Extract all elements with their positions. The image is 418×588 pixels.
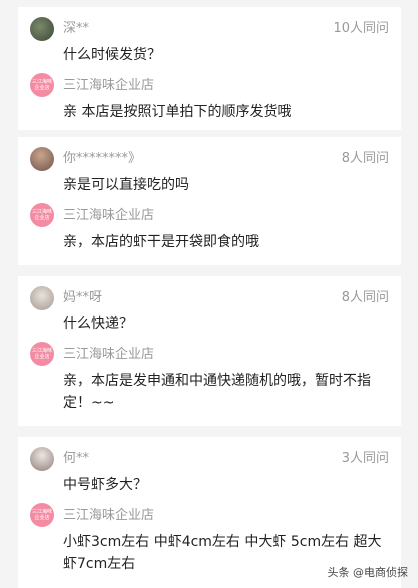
asker-name: 妈**呀: [63, 290, 103, 305]
same-ask-count[interactable]: 10人同问: [333, 21, 389, 37]
shop-avatar: 三江海味企业店: [30, 203, 54, 227]
user-avatar: [30, 447, 54, 471]
shop-avatar: 三江海味企业店: [30, 503, 54, 527]
question-text[interactable]: 中号虾多大？: [63, 475, 389, 495]
shop-name: 三江海味企业店: [63, 208, 155, 223]
same-ask-count[interactable]: 8人同问: [342, 151, 389, 167]
question-header: 深** 10人同问: [30, 15, 389, 41]
question-text[interactable]: 什么快递？: [63, 314, 389, 334]
user-avatar: [30, 17, 54, 41]
qa-card: 妈**呀 8人同问 什么快递？ 三江海味企业店 三江海味企业店 亲，本店是发申通…: [18, 276, 401, 426]
qa-card: 深** 10人同问 什么时候发货？ 三江海味企业店 三江海味企业店 亲 本店是按…: [18, 7, 401, 130]
answer-text: 亲，本店的虾干是开袋即食的哦: [63, 234, 259, 250]
question-header: 何** 3人同问: [30, 445, 389, 471]
answer-header: 三江海味企业店 三江海味企业店: [30, 342, 389, 366]
shop-avatar: 三江海味企业店: [30, 342, 54, 366]
answer-header: 三江海味企业店 三江海味企业店: [30, 203, 389, 227]
user-avatar: [30, 147, 54, 171]
answer-text: 亲 本店是按照订单拍下的顺序发货哦: [63, 104, 292, 120]
question-header: 妈**呀 8人同问: [30, 284, 389, 310]
shop-name: 三江海味企业店: [63, 347, 155, 362]
same-ask-count[interactable]: 8人同问: [342, 290, 389, 306]
watermark: 头条 @电商侦探: [328, 564, 409, 580]
asker-name: 你********》: [63, 151, 142, 166]
shop-name: 三江海味企业店: [63, 508, 155, 523]
same-ask-count[interactable]: 3人同问: [342, 451, 389, 467]
question-header: 你********》 8人同问: [30, 145, 389, 171]
asker-name: 何**: [63, 451, 90, 466]
user-avatar: [30, 286, 54, 310]
asker-name: 深**: [63, 21, 90, 36]
question-text[interactable]: 什么时候发货？: [63, 45, 389, 65]
answer-header: 三江海味企业店 三江海味企业店: [30, 503, 389, 527]
answer-header: 三江海味企业店 三江海味企业店: [30, 73, 389, 97]
question-text[interactable]: 亲是可以直接吃的吗: [63, 175, 389, 195]
qa-card: 你********》 8人同问 亲是可以直接吃的吗 三江海味企业店 三江海味企业…: [18, 137, 401, 265]
watermark-text: 头条 @电商侦探: [327, 566, 409, 579]
answer-text: 亲，本店是发申通和中通快递随机的哦，暂时不指定！~~: [63, 373, 371, 411]
shop-avatar: 三江海味企业店: [30, 73, 54, 97]
shop-name: 三江海味企业店: [63, 78, 155, 93]
